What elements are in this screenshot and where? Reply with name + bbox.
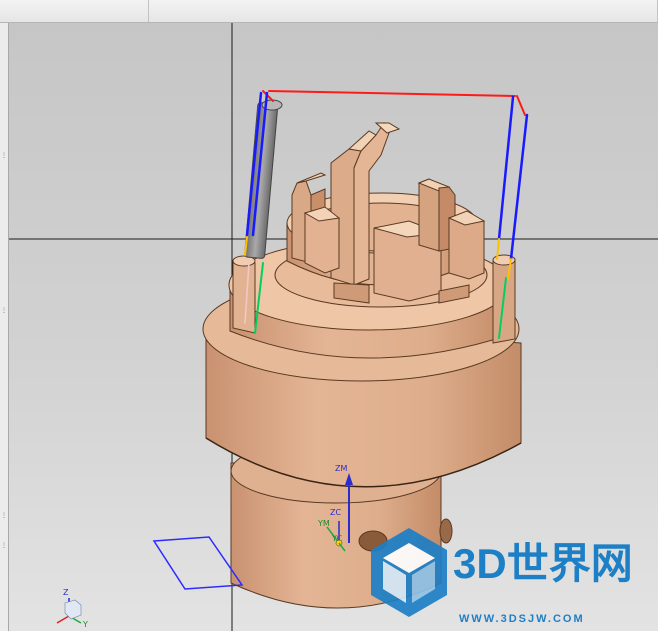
toolpath-cut-right-b	[509, 113, 529, 261]
work-plane-outline	[152, 536, 244, 590]
toolbar-grip-icon[interactable]: ⋮	[1, 513, 7, 520]
graphics-viewport[interactable]: ZM ZC YM YC Z Y 3D世界网 WWW.3DSJW.COM	[9, 23, 658, 631]
side-post-left	[232, 260, 256, 334]
toolpath-rapid-top	[268, 90, 516, 97]
toolpath-cut-right-a	[497, 95, 515, 241]
toolbar-grip-icon[interactable]: ⋮	[1, 153, 7, 160]
zc-label: ZC	[330, 508, 341, 517]
triad-z-label: Z	[63, 588, 69, 597]
left-toolbar: ⋮ ⋮ ⋮ ⋮	[0, 23, 9, 631]
title-bar-segment	[149, 0, 658, 22]
watermark-title: 3D世界网	[453, 540, 633, 587]
title-bar-segment	[0, 0, 149, 22]
watermark-url: WWW.3DSJW.COM	[459, 613, 585, 625]
toolpath-rapid-corner-right	[516, 95, 526, 116]
view-triad: Z Y	[56, 588, 88, 629]
title-bar	[0, 0, 658, 23]
toolbar-grip-icon[interactable]: ⋮	[1, 308, 7, 315]
zm-label: ZM	[335, 464, 347, 473]
triad-y-label: Y	[82, 620, 88, 629]
toolbar-grip-icon[interactable]: ⋮	[1, 543, 7, 550]
ym-label: YM	[317, 519, 330, 528]
